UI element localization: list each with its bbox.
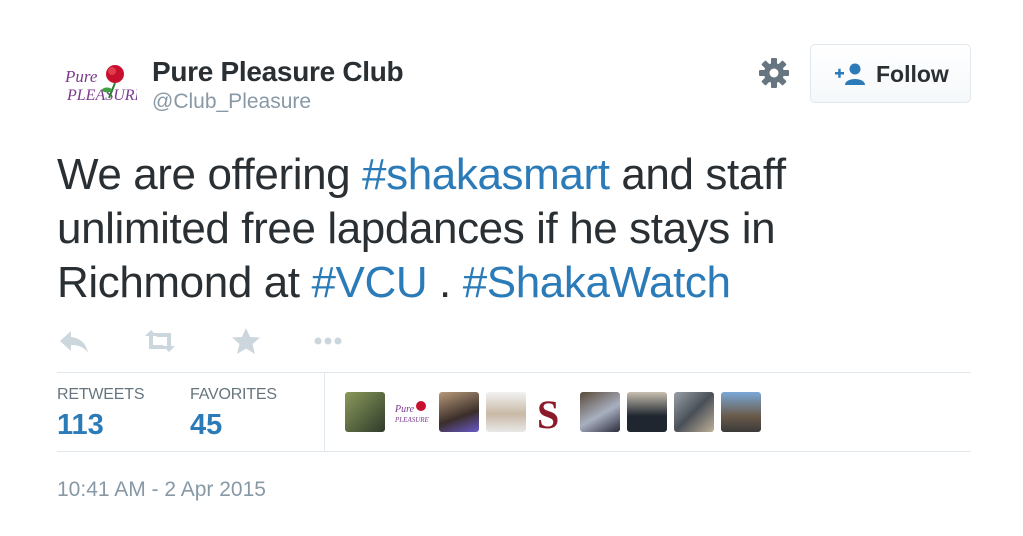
tweet-text-part: We are offering bbox=[57, 150, 363, 199]
reply-icon[interactable] bbox=[57, 326, 91, 356]
avatar[interactable]: Pure PLEASURE bbox=[57, 58, 145, 110]
display-name[interactable]: Pure Pleasure Club bbox=[152, 56, 404, 88]
tweet-timestamp[interactable]: 10:41 AM - 2 Apr 2015 bbox=[57, 478, 266, 502]
retweets-label: RETWEETS bbox=[57, 386, 145, 403]
svg-text:S: S bbox=[537, 392, 559, 432]
retweet-icon[interactable] bbox=[143, 326, 177, 356]
favorites-stat[interactable]: FAVORITES 45 bbox=[190, 373, 310, 453]
tweet-text-part: . bbox=[427, 258, 463, 307]
svg-text:Pure: Pure bbox=[64, 67, 98, 86]
follow-button[interactable]: Follow bbox=[810, 44, 971, 103]
avatar[interactable] bbox=[721, 392, 761, 432]
follow-label: Follow bbox=[876, 61, 949, 87]
retweets-count: 113 bbox=[57, 409, 104, 441]
svg-text:PLEASURE: PLEASURE bbox=[66, 87, 137, 104]
favorite-icon[interactable] bbox=[229, 326, 263, 356]
pure-pleasure-logo-icon: Pure PLEASURE bbox=[64, 65, 145, 104]
more-icon[interactable] bbox=[311, 326, 345, 356]
hashtag-link[interactable]: #ShakaWatch bbox=[463, 258, 731, 307]
svg-text:Pure: Pure bbox=[394, 404, 415, 415]
hashtag-link[interactable]: #VCU bbox=[311, 258, 427, 307]
gear-icon[interactable] bbox=[757, 56, 791, 90]
avatar[interactable] bbox=[674, 392, 714, 432]
stats-divider bbox=[324, 373, 325, 451]
avatar[interactable] bbox=[439, 392, 479, 432]
tweet-stats: RETWEETS 113 FAVORITES 45 Pure PLEASURE S bbox=[57, 372, 971, 452]
avatar[interactable]: S bbox=[533, 392, 573, 432]
svg-text:PLEASURE: PLEASURE bbox=[394, 416, 430, 424]
avatar[interactable] bbox=[580, 392, 620, 432]
avatar[interactable] bbox=[486, 392, 526, 432]
tweet-text: We are offering #shakasmart and staff un… bbox=[57, 148, 947, 310]
avatar[interactable] bbox=[345, 392, 385, 432]
tweet-actions bbox=[57, 326, 457, 356]
retweets-stat[interactable]: RETWEETS 113 bbox=[57, 373, 177, 453]
favorites-count: 45 bbox=[190, 409, 223, 441]
avatar[interactable]: Pure PLEASURE bbox=[392, 392, 432, 432]
add-user-icon bbox=[835, 62, 865, 86]
favorites-label: FAVORITES bbox=[190, 386, 277, 403]
tweet-header: Pure PLEASURE Pure Pleasure Club @Club_P… bbox=[57, 44, 971, 116]
avatar[interactable] bbox=[627, 392, 667, 432]
username-handle[interactable]: @Club_Pleasure bbox=[152, 90, 311, 114]
hashtag-link[interactable]: #shakasmart bbox=[362, 150, 610, 199]
